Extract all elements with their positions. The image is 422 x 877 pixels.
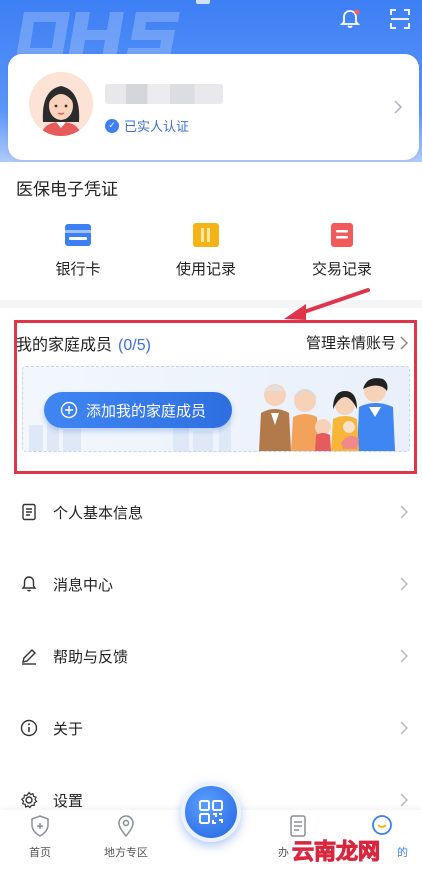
profile-card[interactable]: ✓ 已实人认证 (8, 54, 419, 160)
plus-circle-icon (60, 401, 78, 419)
site-watermark: 云南龙网 (291, 840, 381, 866)
chevron-right-icon (394, 100, 403, 114)
family-illustration (259, 378, 395, 451)
transaction-record-label: 交易记录 (311, 261, 372, 278)
add-family-banner: 添加我的家庭成员 (22, 366, 410, 452)
usage-record-button[interactable]: 使用记录 (156, 222, 256, 279)
qr-code-icon (199, 800, 223, 824)
transaction-record-button[interactable]: 交易记录 (292, 222, 392, 279)
menu-item-label: 消息中心 (53, 576, 114, 594)
annotation-arrow-icon (284, 288, 370, 320)
chevron-right-icon (400, 577, 408, 591)
credential-section: 医保电子凭证 银行卡 使用记录 交易记录 (0, 162, 422, 300)
status-indicator (196, 0, 210, 4)
chevron-right-icon (400, 793, 408, 807)
family-title: 我的家庭成员 (16, 337, 113, 354)
bell-icon (21, 576, 37, 592)
manage-family-account-link[interactable]: 管理亲情账号 (306, 332, 408, 353)
scan-qr-button[interactable] (181, 782, 241, 842)
verified-label: 已实人认证 (124, 119, 190, 134)
pen-icon (22, 649, 36, 665)
add-family-member-label: 添加我的家庭成员 (86, 402, 207, 420)
add-family-member-button[interactable]: 添加我的家庭成员 (44, 392, 232, 428)
bank-card-icon (65, 224, 91, 246)
menu-item-help-feedback[interactable]: 帮助与反馈 (0, 620, 422, 692)
verified-check-icon: ✓ (105, 118, 119, 133)
info-icon (20, 719, 38, 737)
menu-item-about[interactable]: 关于 (0, 692, 422, 764)
tab-label: 地方专区 (104, 847, 148, 859)
tab-home[interactable]: 首页 (0, 814, 80, 860)
usage-record-label: 使用记录 (175, 261, 236, 278)
menu-item-label: 个人基本信息 (53, 504, 144, 522)
masked-username (105, 84, 223, 104)
tab-local-zone[interactable]: 地方专区 (86, 814, 166, 860)
tab-label: 首页 (29, 847, 51, 859)
shield-icon (31, 815, 49, 837)
bank-card-label: 银行卡 (55, 261, 101, 278)
scan-icon[interactable] (389, 8, 411, 30)
chevron-right-icon (400, 505, 408, 519)
document-icon (22, 503, 36, 521)
avatar (29, 72, 93, 136)
notification-bell-icon[interactable] (339, 8, 361, 30)
usage-record-icon (193, 223, 219, 247)
menu-item-label: 帮助与反馈 (53, 648, 129, 666)
bank-card-button[interactable]: 银行卡 (28, 222, 128, 279)
section-title: 医保电子凭证 (16, 180, 118, 199)
menu-item-message-center[interactable]: 消息中心 (0, 548, 422, 620)
verification-status: ✓ 已实人认证 (105, 116, 189, 135)
family-section: 我的家庭成员 (0/5) 管理亲情账号 添加我的家庭成员 (0, 308, 422, 480)
menu-item-label: 关于 (53, 720, 84, 738)
menu-list: 个人基本信息 消息中心 帮助与反馈 关于 设置 (0, 476, 422, 817)
family-count: (0/5) (118, 337, 151, 354)
chevron-right-icon (400, 649, 408, 663)
manage-family-label: 管理亲情账号 (305, 335, 396, 352)
chevron-right-icon (400, 335, 408, 350)
gear-icon (20, 791, 38, 809)
chevron-right-icon (400, 721, 408, 735)
menu-item-label: 设置 (53, 792, 84, 810)
location-icon (118, 815, 134, 838)
family-header: 我的家庭成员 (0/5) (16, 331, 151, 355)
menu-item-personal-info[interactable]: 个人基本信息 (0, 476, 422, 548)
transaction-record-icon (331, 223, 353, 247)
